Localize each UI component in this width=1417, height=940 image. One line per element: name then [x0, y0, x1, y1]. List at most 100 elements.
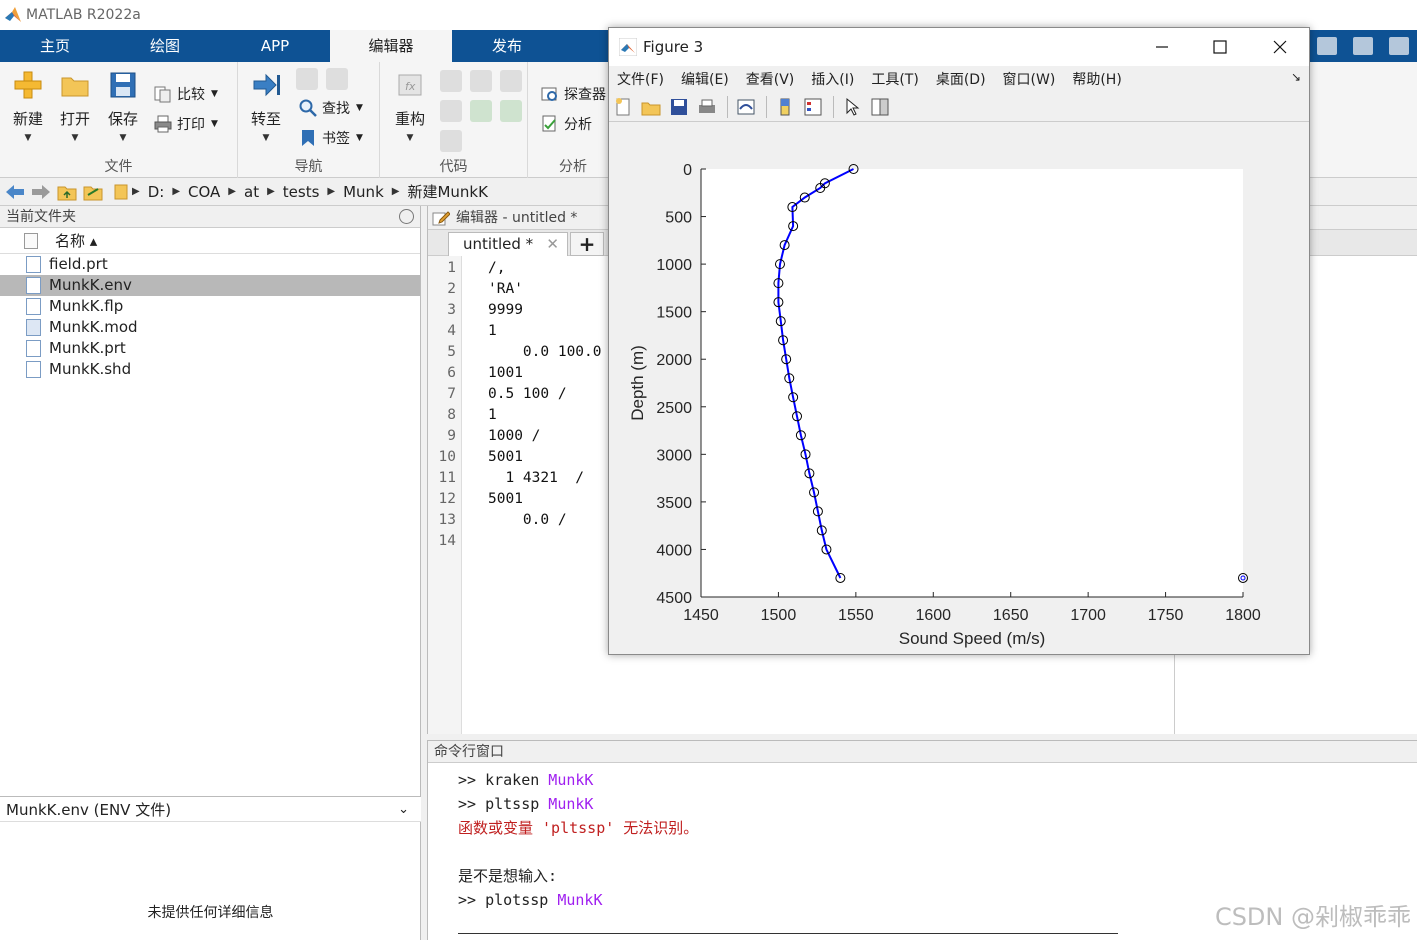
refactor-button[interactable]: fx 重构 ▼: [388, 68, 432, 143]
crumb-tests[interactable]: tests: [283, 183, 320, 201]
save-quick-icon[interactable]: [1317, 37, 1337, 55]
save-figure-icon[interactable]: [669, 97, 689, 117]
details-header[interactable]: MunkK.env (ENV 文件) ⌄: [0, 796, 421, 822]
chevron-down-icon: ▼: [356, 103, 363, 113]
open-file-icon[interactable]: [641, 97, 661, 117]
figure-toolbar: [609, 92, 1309, 122]
uncomment-icon[interactable]: [470, 70, 492, 92]
file-row[interactable]: MunkK.mod: [0, 317, 420, 338]
maximize-icon[interactable]: [1209, 36, 1231, 58]
menu-insert[interactable]: 插入(I): [811, 69, 854, 89]
dock-arrow-icon[interactable]: ↘: [1291, 70, 1301, 84]
file-icon: [26, 298, 41, 315]
code-line[interactable]: 5001: [488, 447, 523, 468]
find-button[interactable]: 查找 ▼: [298, 96, 363, 120]
menu-window[interactable]: 窗口(W): [1003, 69, 1056, 89]
close-tab-icon[interactable]: ✕: [546, 233, 559, 255]
tab-untitled[interactable]: untitled * ✕: [448, 232, 568, 256]
print-figure-icon[interactable]: [697, 97, 717, 117]
code-line[interactable]: 1 4321 /: [488, 468, 584, 489]
copy-quick-icon[interactable]: [1389, 37, 1409, 55]
code-line[interactable]: 5001: [488, 489, 523, 510]
code-line[interactable]: 0.5 100 /: [488, 384, 567, 405]
crumb-current[interactable]: 新建MunkK: [407, 181, 487, 202]
colorbar-icon[interactable]: [775, 97, 795, 117]
sound-speed-chart[interactable]: 1450 1500 1550 1600 1650 1700 1750 1800 0 500 1000…: [609, 124, 1309, 654]
code-line[interactable]: 9999: [488, 300, 523, 321]
tab-apps[interactable]: APP: [220, 30, 330, 62]
code-line[interactable]: 1: [488, 321, 497, 342]
crumb-separator-icon: ▶: [228, 186, 236, 197]
bookmark-button[interactable]: 书签 ▼: [298, 126, 363, 150]
increase-indent-icon[interactable]: [500, 100, 522, 122]
figure-menu-bar: 文件(F) 编辑(E) 查看(V) 插入(I) 工具(T) 桌面(D) 窗口(W…: [609, 66, 1309, 92]
browse-folder-icon[interactable]: [82, 183, 104, 201]
cut-quick-icon[interactable]: [1353, 37, 1373, 55]
code-line[interactable]: /,: [488, 258, 505, 279]
crumb-munk[interactable]: Munk: [343, 183, 384, 201]
new-button[interactable]: 新建 ▼: [6, 68, 50, 143]
command-argument: MunkK: [548, 891, 603, 909]
line-number: 8: [447, 407, 456, 423]
file-row[interactable]: MunkK.shd: [0, 359, 420, 380]
save-icon: [110, 72, 136, 98]
title-bar: MATLAB R2022a: [0, 0, 1417, 30]
code-line[interactable]: 0.0 /: [488, 510, 567, 531]
menu-desktop[interactable]: 桌面(D): [936, 69, 986, 89]
file-row[interactable]: MunkK.prt: [0, 338, 420, 359]
menu-tools[interactable]: 工具(T): [871, 69, 918, 89]
pointer-icon[interactable]: [842, 97, 862, 117]
print-button[interactable]: 打印 ▼: [153, 112, 218, 136]
command-window[interactable]: 命令行窗口 >> kraken MunkK >> pltssp MunkK 函数或变…: [427, 740, 1417, 940]
command-text: >> kraken: [458, 771, 540, 789]
crumb-drive[interactable]: D:: [148, 183, 165, 201]
wrap-comment-icon[interactable]: [500, 70, 522, 92]
file-row[interactable]: MunkK.flp: [0, 296, 420, 317]
folder-icon: [61, 77, 89, 97]
line-number: 14: [438, 533, 456, 549]
menu-edit[interactable]: 编辑(E): [681, 69, 729, 89]
crumb-coa[interactable]: COA: [188, 183, 220, 201]
up-folder-icon[interactable]: [56, 183, 78, 201]
tab-plots[interactable]: 绘图: [110, 30, 220, 62]
property-editor-icon[interactable]: [870, 97, 890, 117]
tab-editor[interactable]: 编辑器: [330, 30, 452, 62]
new-tab-button[interactable]: +: [570, 232, 604, 256]
code-line[interactable]: 1000 /: [488, 426, 540, 447]
x-tick-label: 1800: [1225, 607, 1261, 624]
compare-button[interactable]: 比较 ▼: [153, 82, 218, 106]
tab-home[interactable]: 主页: [0, 30, 110, 62]
back-arrow-icon[interactable]: [4, 183, 26, 201]
code-line[interactable]: 'RA': [488, 279, 523, 300]
explorer-button[interactable]: 探查器: [540, 82, 606, 106]
forward-arrow-icon[interactable]: [30, 183, 52, 201]
comment-icon[interactable]: [440, 70, 462, 92]
analyze-button[interactable]: 分析: [540, 112, 592, 136]
chevron-down-icon[interactable]: ⌄: [398, 797, 409, 823]
matlab-desktop: MATLAB R2022a 主页 绘图 APP 编辑器 发布 视 新建 ▼: [0, 0, 1417, 940]
file-row-selected[interactable]: MunkK.env: [0, 275, 420, 296]
code-line[interactable]: 1001: [488, 363, 523, 384]
code-line[interactable]: 0.0 100.0: [488, 342, 602, 363]
minimize-icon[interactable]: [1151, 36, 1173, 58]
decrease-indent-icon[interactable]: [470, 100, 492, 122]
crumb-at[interactable]: at: [244, 183, 259, 201]
open-button[interactable]: 打开 ▼: [53, 68, 97, 143]
panel-options-icon[interactable]: [399, 209, 414, 224]
name-column-header[interactable]: 名称 ▴: [0, 228, 420, 254]
file-row[interactable]: field.prt: [0, 254, 420, 275]
fx-insert-icon[interactable]: [440, 130, 462, 152]
tab-publish[interactable]: 发布: [452, 30, 562, 62]
smart-indent-icon[interactable]: [440, 100, 462, 122]
legend-icon[interactable]: [803, 97, 823, 117]
goto-button[interactable]: 转至 ▼: [244, 68, 288, 143]
save-button[interactable]: 保存 ▼: [101, 68, 145, 143]
close-icon[interactable]: [1269, 36, 1291, 58]
link-plot-icon[interactable]: [736, 97, 756, 117]
menu-file[interactable]: 文件(F): [617, 69, 664, 89]
code-line[interactable]: 1: [488, 405, 497, 426]
menu-help[interactable]: 帮助(H): [1072, 69, 1121, 89]
new-figure-icon[interactable]: [613, 97, 633, 117]
menu-view[interactable]: 查看(V): [746, 69, 795, 89]
command-input-line[interactable]: [458, 933, 1118, 934]
